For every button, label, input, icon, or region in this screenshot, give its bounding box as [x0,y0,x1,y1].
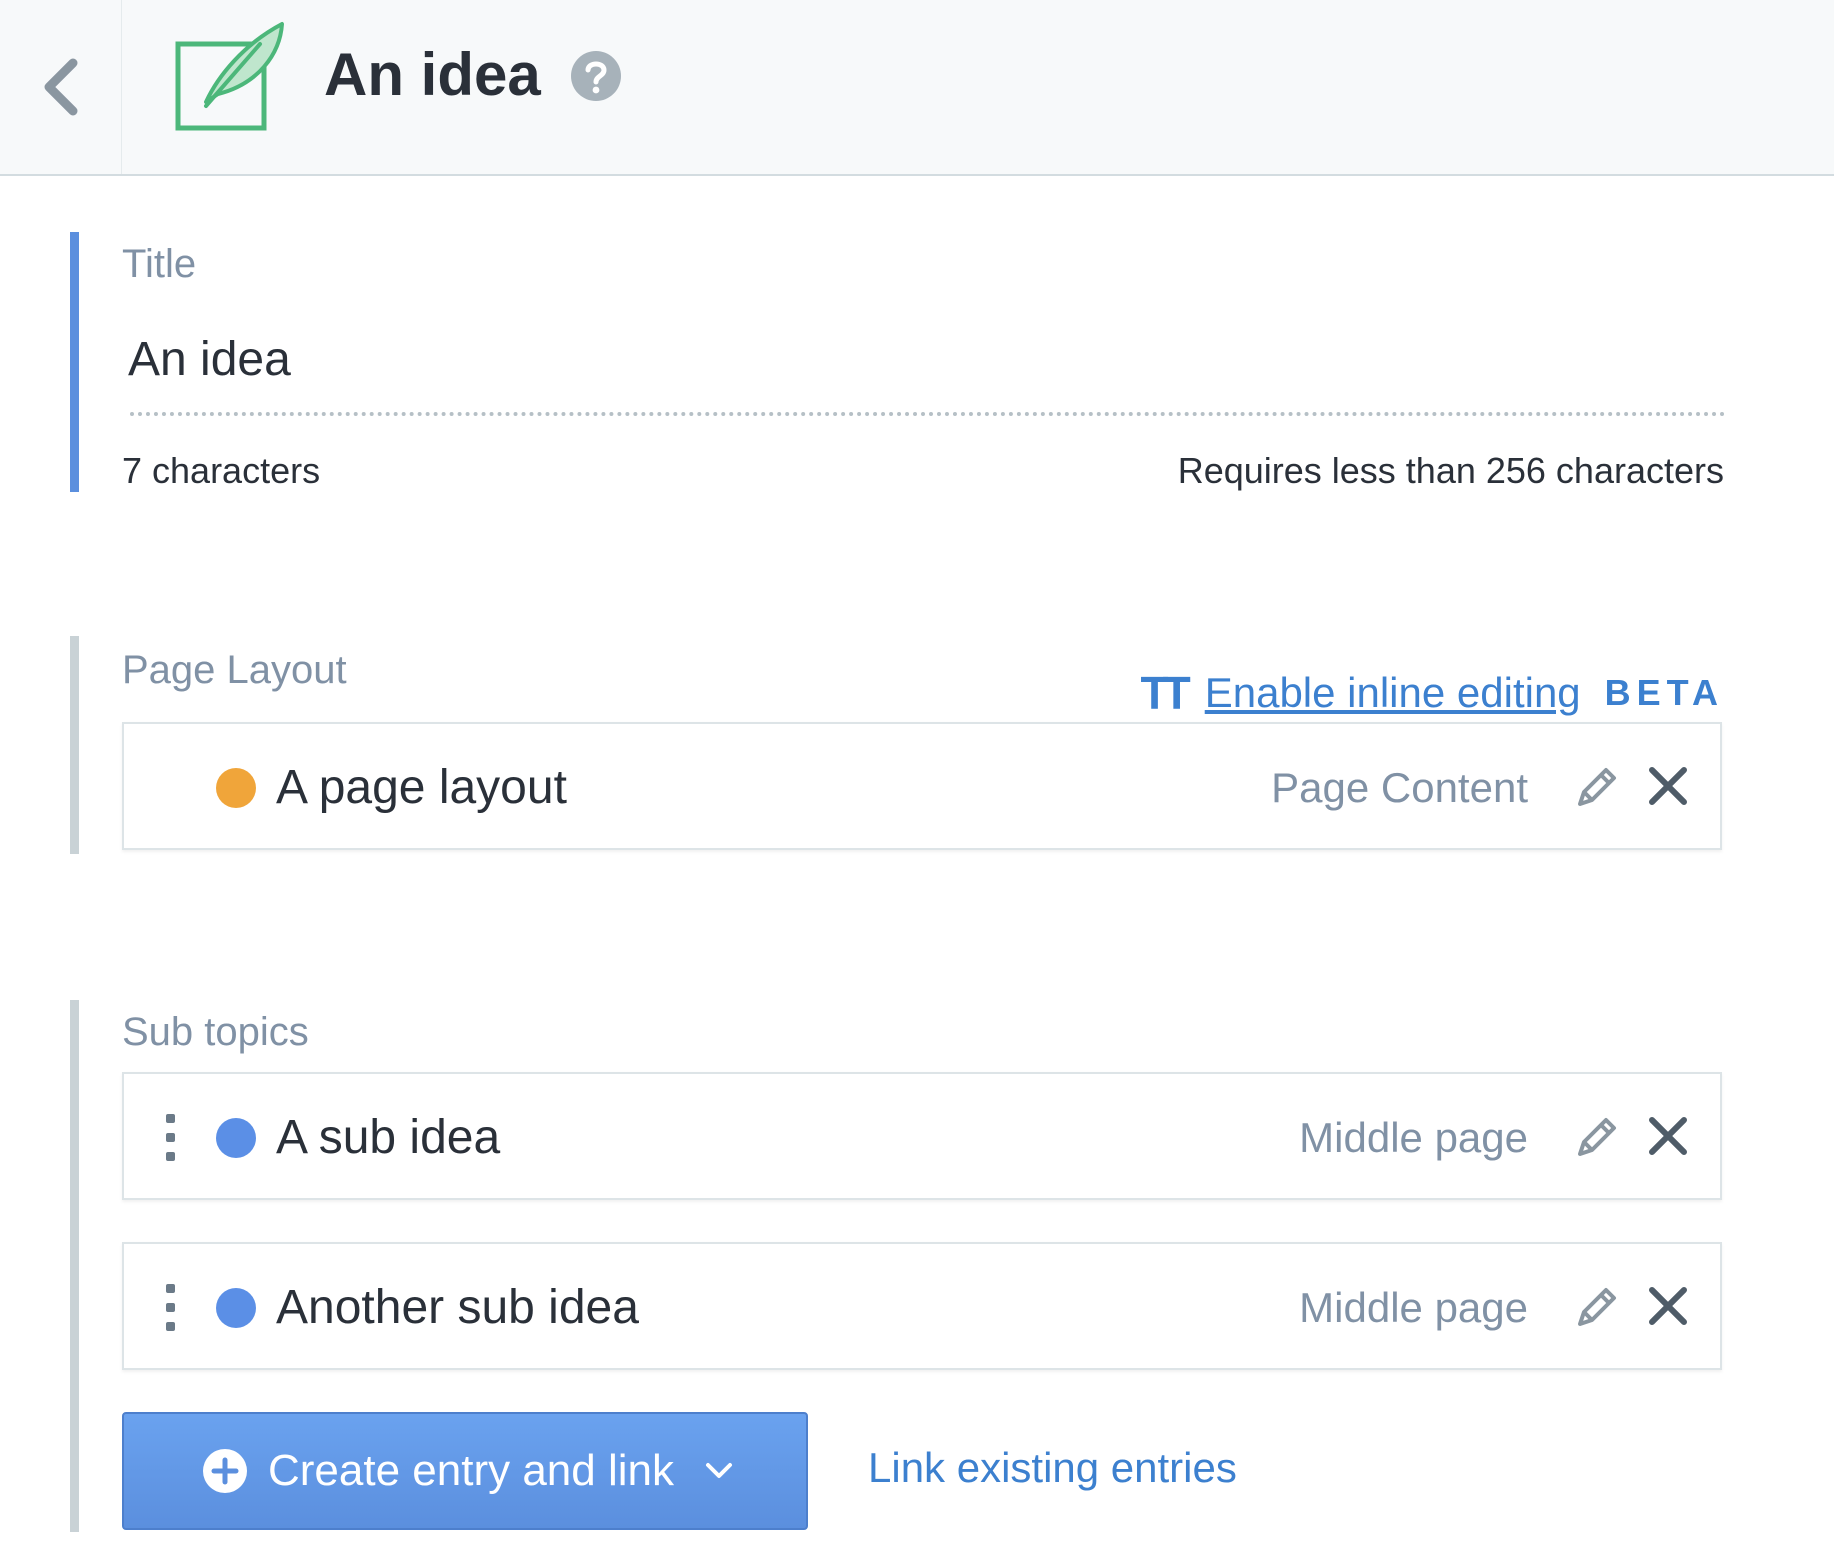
create-entry-and-link-button[interactable]: Create entry and link [122,1412,808,1530]
feather-edit-icon [175,22,284,131]
close-icon[interactable] [1646,1284,1690,1328]
drag-handle-icon[interactable] [166,1114,176,1164]
reference-card[interactable]: Another sub idea Middle page [122,1242,1722,1370]
close-icon[interactable] [1646,764,1690,808]
status-dot [216,1288,256,1328]
content-type: Middle page [1299,1114,1528,1161]
entry-title[interactable]: A page layout [276,758,567,818]
inline-editing-toggle: TT Enable inline editing BETA [1141,666,1724,720]
enable-inline-editing-link[interactable]: Enable inline editing [1205,669,1581,717]
title-field-label: Title [122,242,197,286]
reference-card[interactable]: A page layout Page Content [122,722,1722,850]
chevron-left-icon [44,58,77,116]
entry-title[interactable]: A sub idea [276,1108,500,1168]
help-circle-icon[interactable] [570,50,622,102]
page-title: An idea [324,41,541,108]
status-dot [216,768,256,808]
char-count: 7 characters [122,450,321,491]
entry-title[interactable]: Another sub idea [276,1278,639,1338]
back-button[interactable] [0,0,122,174]
field-bar [70,636,79,854]
pencil-icon[interactable] [1572,1114,1620,1162]
title-input-underline [130,412,1726,416]
beta-badge: BETA [1604,672,1724,713]
content-type: Page Content [1271,764,1528,811]
create-entry-label: Create entry and link [268,1446,674,1495]
drag-handle-icon[interactable] [166,1284,176,1334]
sub-topics-label: Sub topics [122,1010,309,1054]
sub-topics-field: Sub topics A sub idea Middle page Anothe… [70,1000,1724,1532]
pencil-icon[interactable] [1572,764,1620,812]
close-icon[interactable] [1646,1114,1690,1158]
page-layout-field: Page Layout TT Enable inline editing BET… [70,636,1724,854]
char-requirement: Requires less than 256 characters [1177,450,1724,491]
plus-circle-icon [203,1449,247,1493]
title-input[interactable] [128,332,1708,387]
link-existing-entries-link[interactable]: Link existing entries [868,1444,1237,1492]
entry-editor-header: An idea [0,0,1834,176]
page-layout-label: Page Layout [122,648,347,692]
field-bar [70,1000,79,1532]
content-type: Middle page [1299,1284,1528,1331]
reference-card[interactable]: A sub idea Middle page [122,1072,1722,1200]
status-dot [216,1118,256,1158]
field-focus-bar [70,232,79,492]
chevron-down-icon [706,1463,732,1478]
title-field: Title 7 characters Requires less than 25… [70,232,1726,492]
text-size-icon: TT [1140,667,1191,719]
pencil-icon[interactable] [1572,1284,1620,1332]
